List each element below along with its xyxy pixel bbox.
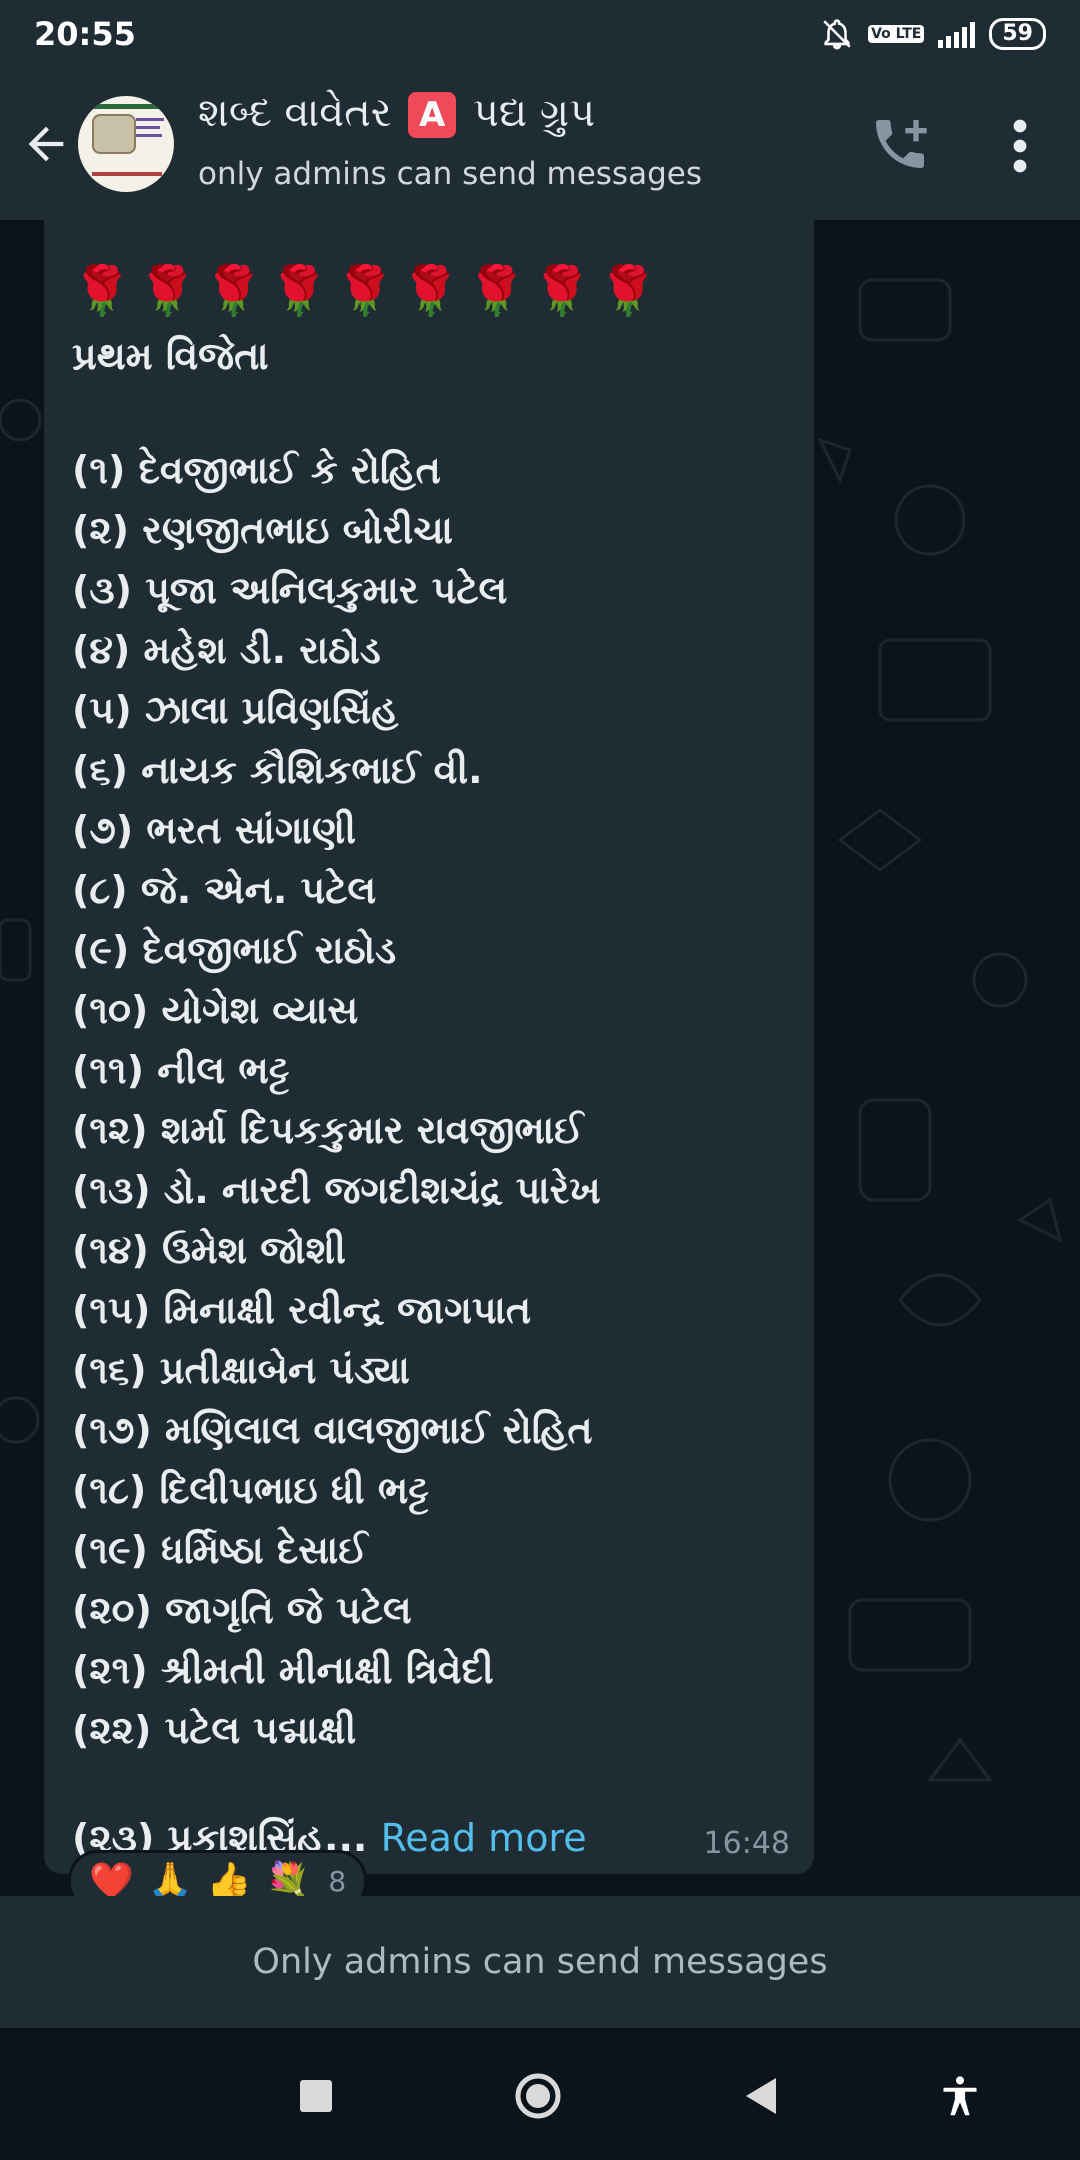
roses-emoji-row: 🌹🌹🌹🌹🌹🌹🌹🌹🌹 [72,263,664,319]
list-item: (૨૨) પટેલ પદ્માક્ષી [72,1708,357,1752]
list-item: (૨૦) જાગૃતિ જે પટેલ [72,1588,412,1632]
list-item: (૭) ભરત સાંગાણી [72,808,356,852]
status-time: 20:55 [34,15,136,53]
reactions-pill[interactable]: ❤️ 🙏 👍 💐 8 [68,1850,368,1897]
back-triangle-icon[interactable] [744,2076,778,2116]
message-bubble[interactable]: 🌹🌹🌹🌹🌹🌹🌹🌹🌹 પ્રથમ વિજેતા (૧) દેવજીભાઈ કે ર… [44,220,814,1874]
group-avatar[interactable] [78,96,174,192]
list-item: (૫) ઝાલા પ્રવિણસિંહ [72,688,399,732]
volte-icon: Vo LTE [868,25,925,43]
list-item: (૧૬) પ્રતીક્ષાબેન પંડ્યા [72,1348,410,1392]
status-bar: 20:55 Vo LTE 59 [0,0,1080,68]
group-subtitle: only admins can send messages [198,156,702,192]
message-timestamp: 16:48 [703,1826,790,1861]
accessibility-icon[interactable] [938,2072,982,2120]
list-item: (૧૮) દિલીપભાઇ ધી ભટ્ટ [72,1468,429,1512]
thumbs-up-reaction-icon: 👍 [206,1861,252,1896]
list-item: (૯) દેવજીભાઈ રાઠોડ [72,928,397,972]
recents-square-icon[interactable] [300,2080,332,2112]
back-arrow-icon[interactable] [20,118,72,170]
more-options-icon[interactable] [1000,118,1040,174]
list-item: (૩) પૂજા અનિલકુમાર પટેલ [72,568,508,612]
a-button-emoji-icon: A [408,92,457,138]
list-item: (૧૨) શર્મા દિપકકુમાર રાવજીભાઈ [72,1108,584,1152]
group-title[interactable]: શબ્દ વાવેતર A પદ્ય ગ્રુપ [198,90,595,138]
list-item: (૧૫) મિનાક્ષી રવીન્દ્ર જાગપાત [72,1288,532,1332]
mute-notifications-icon [823,19,851,50]
list-item: (૧૩) ડો. નારદી જગદીશચંદ્ર પારેખ [72,1168,601,1212]
battery-icon: 59 [989,18,1046,50]
list-item: (૧૯) ધર્મિષ્ઠા દેસાઈ [72,1528,368,1572]
chat-header: શબ્દ વાવેતર A પદ્ય ગ્રુપ only admins can… [0,68,1080,220]
list-item: (૧૦) યોગેશ વ્યાસ [72,988,359,1032]
admin-only-notice: Only admins can send messages [0,1896,1080,2028]
heart-reaction-icon: ❤️ [89,1861,134,1896]
reaction-count: 8 [328,1864,347,1897]
chat-area[interactable]: 🌹🌹🌹🌹🌹🌹🌹🌹🌹 પ્રથમ વિજેતા (૧) દેવજીભાઈ કે ર… [0,220,1080,1896]
system-nav-bar [0,2028,1080,2160]
bouquet-reaction-icon: 💐 [265,1861,311,1896]
list-item: (૮) જે. એન. પટેલ [72,868,377,912]
list-item: (૪) મહેશ ડી. રાઠોડ [72,628,381,672]
home-circle-icon[interactable] [514,2072,562,2120]
list-item: (૧૭) મણિલાલ વાલજીભાઈ રોહિત [72,1408,593,1452]
add-call-icon[interactable] [868,112,932,176]
list-item: (૧૪) ઉમેશ જોશી [72,1228,346,1272]
status-icons: Vo LTE 59 [820,17,1046,51]
group-title-text-2: પદ્ય ગ્રુપ [460,90,596,136]
list-item: (૧) દેવજીભાઈ કે રોહિત [72,448,441,492]
list-item: (૨) રણજીતભાઇ બોરીચા [72,508,453,552]
list-item: (૧૧) નીલ ભટ્ટ [72,1048,290,1092]
winners-list: (૧) દેવજીભાઈ કે રોહિત (૨) રણજીતભાઇ બોરીચ… [72,440,601,1760]
folded-hands-reaction-icon: 🙏 [147,1861,193,1896]
group-title-text-1: શબ્દ વાવેતર [198,90,405,136]
message-heading: પ્રથમ વિજેતા [72,334,269,378]
list-item: (૨૧) શ્રીમતી મીનાક્ષી ત્રિવેદી [72,1648,494,1692]
signal-icon [938,20,976,48]
list-item: (૬) નાયક કૌશિકભાઈ વી. [72,748,483,792]
read-more-link[interactable]: Read more [381,1816,587,1860]
